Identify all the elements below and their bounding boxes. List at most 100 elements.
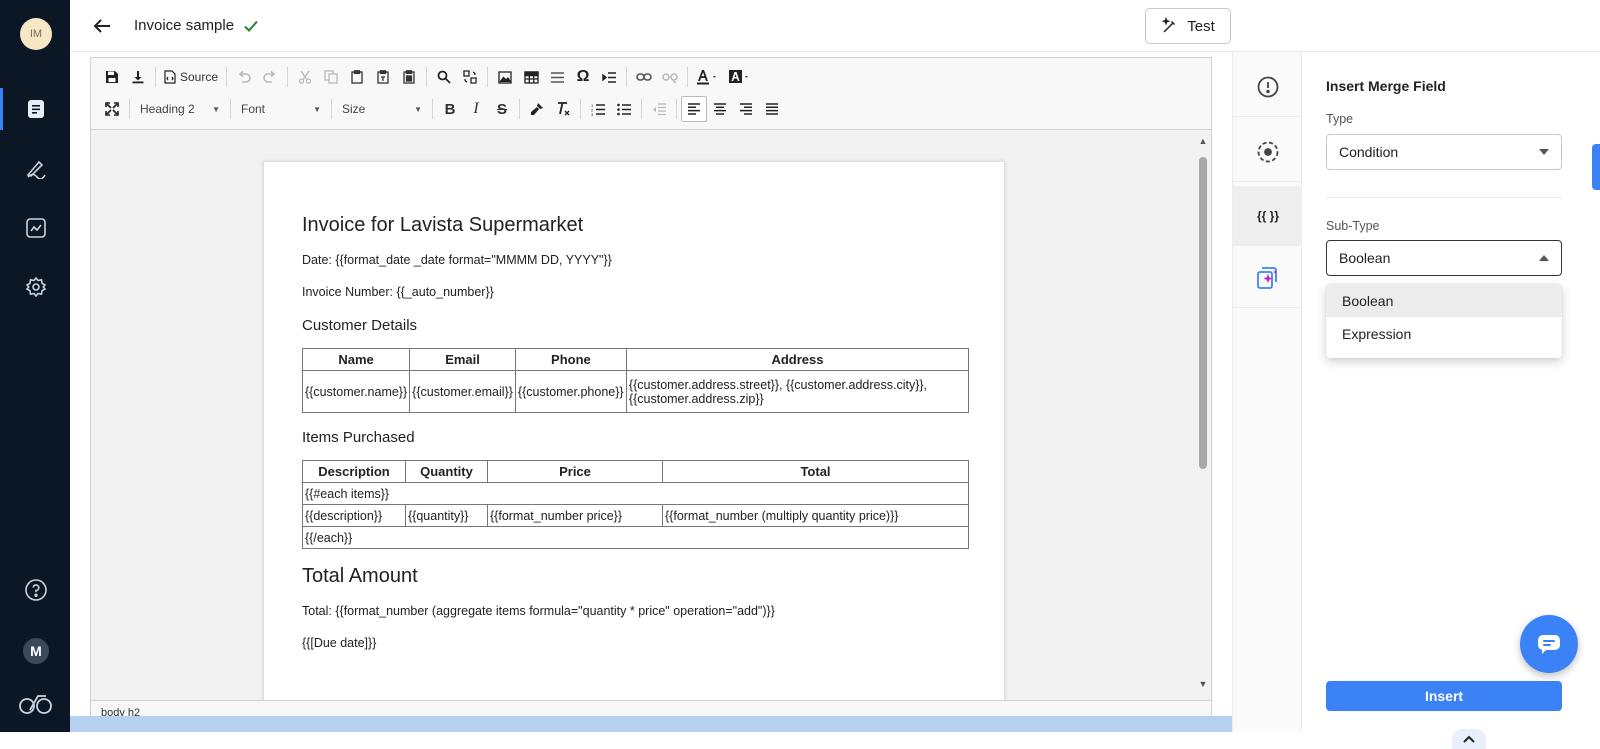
save-icon[interactable] [99,64,125,90]
toolbar-separator [687,67,689,87]
chat-button[interactable] [1520,615,1578,673]
toolbar-separator [426,67,428,87]
svg-text:3: 3 [591,112,594,116]
table-header-cell: Total [662,460,969,483]
text-color-icon[interactable] [692,64,724,90]
caret-down-icon: ▼ [313,104,321,114]
scroll-down-arrow-icon[interactable]: ▼ [1197,678,1209,690]
total-line: Total: {{format_number (aggregate items … [302,604,775,618]
subtype-value: Boolean [1339,250,1391,266]
horizontal-line-icon[interactable] [544,64,570,90]
insert-button[interactable]: Insert [1326,681,1562,711]
format-select[interactable]: Heading 2 ▼ [134,96,226,122]
dropdown-option-boolean[interactable]: Boolean [1326,284,1562,317]
toolbar-separator [676,99,677,119]
document-page[interactable]: Invoice for Lavista Supermarket Date: {{… [263,161,1005,700]
outdent-icon[interactable] [646,96,672,122]
table-header-cell: Name [301,348,411,371]
toolbar-separator [580,99,581,119]
insert-merge-field-panel: Insert Merge Field Type Condition Sub-Ty… [1302,52,1600,749]
table-row: {{#each items}} [302,482,969,505]
rail-item-issues[interactable] [1233,57,1303,117]
background-color-icon[interactable] [724,64,756,90]
redo-icon[interactable] [257,64,283,90]
divider [1326,197,1562,198]
scroll-thumb[interactable] [1199,157,1207,469]
editor-scrollbar[interactable]: ▲ ▼ [1197,135,1209,690]
special-character-icon[interactable]: Ω [570,64,596,90]
image-icon[interactable] [492,64,518,90]
bulleted-list-icon[interactable] [611,96,637,122]
unlink-icon[interactable] [657,64,683,90]
size-value: Size [342,102,366,116]
page-break-icon[interactable] [596,64,622,90]
type-select[interactable]: Condition [1326,134,1562,170]
strikethrough-icon[interactable]: S [489,96,515,122]
cut-icon[interactable] [292,64,318,90]
table-header-cell: Email [409,348,516,371]
undo-icon[interactable] [231,64,257,90]
subtype-select[interactable]: Boolean [1326,240,1562,276]
source-button[interactable]: Source [160,64,222,90]
table-header-cell: Quantity [405,460,488,483]
gear-icon[interactable] [22,273,50,301]
rail-item-target[interactable] [1233,122,1303,182]
font-select[interactable]: Font ▼ [235,96,327,122]
caret-down-icon [1539,149,1549,155]
table-icon[interactable] [518,64,544,90]
link-icon[interactable] [631,64,657,90]
paste-text-icon[interactable] [370,64,396,90]
total-amount-heading: Total Amount [302,565,418,587]
toolbar-separator [487,67,489,87]
align-right-icon[interactable] [733,96,759,122]
caret-down-icon: ▼ [212,104,220,114]
panel-title: Insert Merge Field [1326,78,1446,94]
justify-icon[interactable] [759,96,785,122]
avatar[interactable]: IM [20,18,52,50]
bold-icon[interactable]: B [437,96,463,122]
table-row: {{/each}} [302,526,969,549]
numbered-list-icon[interactable]: 123 [585,96,611,122]
italic-icon[interactable]: I [463,96,489,122]
saved-check-icon [242,17,260,35]
toolbar-separator [287,67,289,87]
editor-toolbar: Source Ω Heading 2 ▼ Font ▼ Size ▼ B I S… [91,58,1211,130]
paste-icon[interactable] [344,64,370,90]
back-arrow-icon[interactable] [92,16,112,36]
dropdown-option-expression[interactable]: Expression [1326,317,1562,350]
remove-format-icon[interactable] [550,96,576,122]
maximize-icon[interactable] [99,96,125,122]
due-date-line: {{[Due date]}} [302,636,377,650]
table-cell: {{description}} [302,504,406,527]
toolbar-separator [432,99,433,119]
user-avatar[interactable]: M [23,638,49,664]
editor-canvas[interactable]: Invoice for Lavista Supermarket Date: {{… [91,131,1211,700]
copy-formatting-icon[interactable] [524,96,550,122]
subtype-label: Sub-Type [1326,219,1380,233]
test-button[interactable]: Test [1145,8,1231,44]
align-left-icon[interactable] [681,96,707,122]
rail-item-ai[interactable] [1233,248,1303,308]
rail-item-merge-fields[interactable]: {{ }} [1233,186,1303,246]
document-icon[interactable] [22,95,50,123]
edge-tab[interactable] [1592,144,1600,190]
toolbar-separator [226,67,228,87]
document-heading: Invoice for Lavista Supermarket [302,214,584,236]
test-button-label: Test [1187,17,1215,35]
size-select[interactable]: Size ▼ [336,96,428,122]
signature-icon[interactable] [22,154,50,182]
toolbar-separator [129,99,130,119]
help-icon[interactable] [22,576,50,604]
find-icon[interactable] [431,64,457,90]
copy-icon[interactable] [318,64,344,90]
analytics-icon[interactable] [22,214,50,242]
paste-word-icon[interactable] [396,64,422,90]
align-center-icon[interactable] [707,96,733,122]
toolbar-separator [626,67,628,87]
scroll-up-arrow-icon[interactable]: ▲ [1197,135,1209,147]
date-line: Date: {{format_date _date format="MMMM D… [302,253,612,267]
replace-icon[interactable] [457,64,483,90]
table-cell: {{#each items}} [302,482,969,505]
chevron-up-icon[interactable] [1452,729,1486,749]
download-icon[interactable] [125,64,151,90]
